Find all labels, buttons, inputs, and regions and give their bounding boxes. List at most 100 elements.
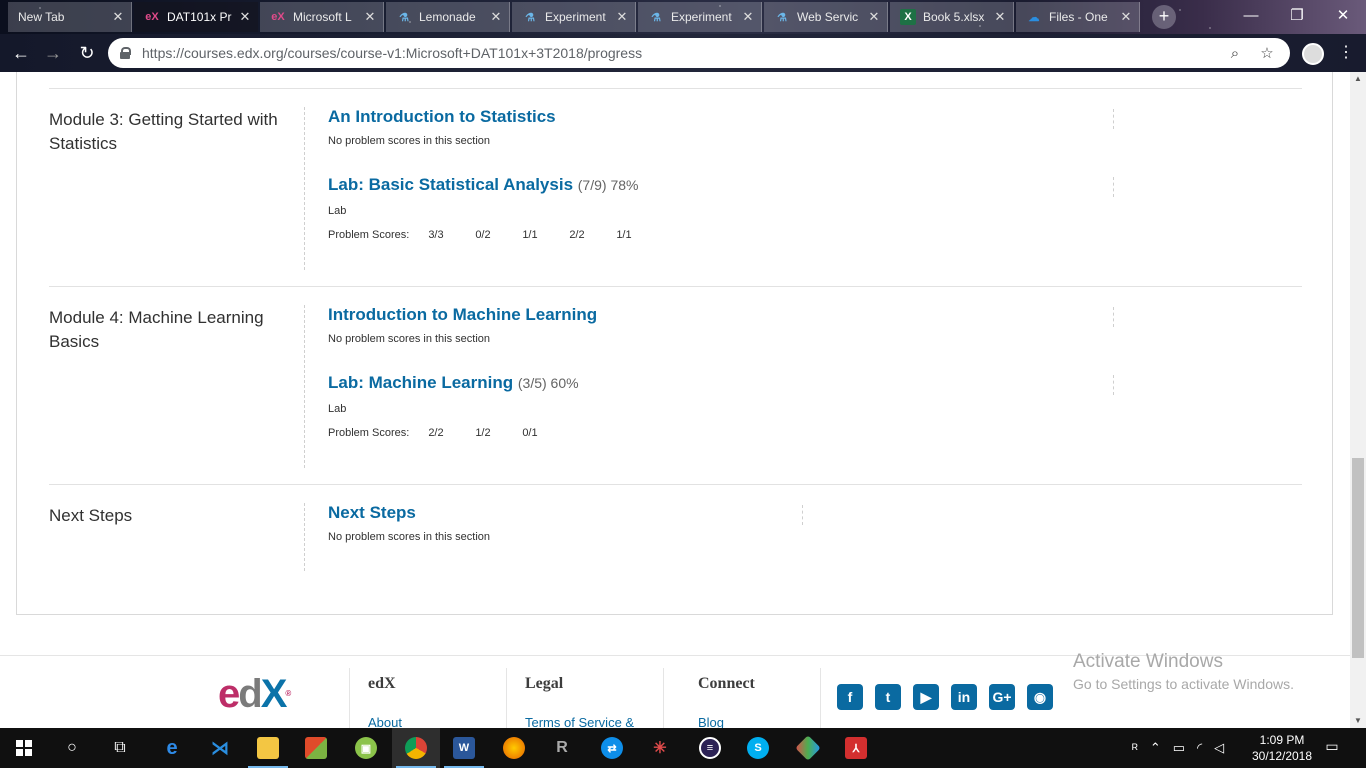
word-icon[interactable]: W (440, 728, 488, 768)
file-explorer-icon[interactable] (244, 728, 292, 768)
browser-tab-web-service[interactable]: ⚗ Web Servic ✕ (764, 2, 888, 32)
edx-logo[interactable]: edX® (218, 674, 302, 714)
close-tab-icon[interactable]: ✕ (615, 9, 629, 25)
section-title[interactable]: An Introduction to Statistics (328, 107, 556, 127)
address-bar[interactable]: https://courses.edx.org/courses/course-v… (108, 38, 1290, 68)
action-center-icon[interactable]: ▭ (1322, 738, 1342, 758)
footer-link-about[interactable]: About (368, 715, 506, 728)
problem-scores: Problem Scores: 2/2 1/2 0/1 (328, 427, 579, 439)
google-plus-icon[interactable]: G+ (989, 684, 1015, 710)
section-title[interactable]: Lab: Basic Statistical Analysis (7/9) 78… (328, 175, 663, 195)
battery-icon[interactable]: ▭ (1173, 740, 1185, 756)
browser-menu-icon[interactable]: ⋮ (1338, 42, 1354, 64)
browser-tab-microsoft[interactable]: eX Microsoft L ✕ (260, 2, 384, 32)
close-tab-icon[interactable]: ✕ (867, 9, 881, 25)
linkedin-icon[interactable]: in (951, 684, 977, 710)
zoom-icon[interactable]: ⌕ (1224, 45, 1246, 62)
browser-tab-new-tab[interactable]: New Tab ✕ (8, 2, 132, 32)
people-icon[interactable]: ᴿ (1132, 741, 1138, 756)
git-icon[interactable] (784, 728, 832, 768)
edge-icon[interactable]: e (148, 728, 196, 768)
section-title-text[interactable]: Introduction to Machine Learning (328, 305, 597, 324)
browser-tab-files-onedrive[interactable]: ☁ Files - One ✕ (1016, 2, 1140, 32)
footer-link-terms[interactable]: Terms of Service & (525, 715, 663, 728)
visual-studio-code-icon[interactable]: ⋊ (196, 728, 244, 768)
back-icon[interactable]: ← (8, 40, 34, 66)
url-text: https://courses.edx.org/courses/course-v… (142, 45, 643, 61)
problem-score: 1/1 (522, 229, 538, 241)
close-tab-icon[interactable]: ✕ (993, 9, 1007, 25)
reload-icon[interactable]: ↻ (74, 40, 100, 66)
profile-avatar[interactable] (1302, 43, 1324, 65)
close-tab-icon[interactable]: ✕ (1119, 9, 1133, 25)
browser-tab-dat101x[interactable]: eX DAT101x Pr ✕ (134, 2, 258, 32)
scrollbar-thumb[interactable] (1352, 458, 1364, 658)
web-spider-icon[interactable]: ✳ (636, 728, 684, 768)
eclipse-icon[interactable]: ≡ (686, 728, 734, 768)
taskbar-clock[interactable]: 1:09 PM 30/12/2018 (1248, 732, 1316, 764)
firefox-icon[interactable] (490, 728, 538, 768)
footer-heading: Connect (698, 675, 755, 692)
acrobat-icon[interactable]: ⅄ (832, 728, 880, 768)
close-tab-icon[interactable]: ✕ (111, 9, 125, 25)
start-button[interactable] (0, 728, 48, 768)
close-tab-icon[interactable]: ✕ (741, 9, 755, 25)
section-title[interactable]: Next Steps (328, 503, 490, 523)
youtube-icon[interactable]: ▶ (913, 684, 939, 710)
wifi-icon[interactable]: ◜ (1197, 740, 1202, 756)
reddit-icon[interactable]: ◉ (1027, 684, 1053, 710)
close-tab-icon[interactable]: ✕ (489, 9, 503, 25)
minimize-button[interactable]: — (1228, 0, 1274, 30)
browser-tab-experiment-2[interactable]: ⚗ Experiment ✕ (638, 2, 762, 32)
windows-logo-icon (16, 740, 32, 756)
browser-toolbar: ← → ↻ https://courses.edx.org/courses/co… (0, 34, 1366, 72)
office-icon[interactable] (292, 728, 340, 768)
section-title[interactable]: Lab: Machine Learning (3/5) 60% (328, 373, 579, 393)
skype-icon[interactable]: S (734, 728, 782, 768)
chrome-icon[interactable] (392, 728, 440, 768)
restore-button[interactable]: ❐ (1274, 0, 1320, 30)
problem-score: 1/2 (475, 427, 491, 439)
page-scrollbar[interactable]: ▲ ▼ (1350, 72, 1366, 728)
section-divider (1113, 177, 1114, 197)
chapter-sections: Next Steps No problem scores in this sec… (304, 503, 804, 571)
bookmark-star-icon[interactable]: ☆ (1256, 44, 1278, 62)
tab-label: DAT101x Pr (167, 10, 232, 24)
close-tab-icon[interactable]: ✕ (238, 9, 252, 25)
volume-icon[interactable]: ◁ (1214, 740, 1224, 756)
twitter-icon[interactable]: t (875, 684, 901, 710)
tab-label: Book 5.xlsx (923, 10, 985, 24)
section-format: Lab (328, 403, 347, 415)
new-tab-button[interactable]: + (1152, 5, 1176, 29)
section-title-text[interactable]: Lab: Basic Statistical Analysis (328, 175, 573, 194)
clock-date: 30/12/2018 (1251, 749, 1313, 763)
browser-tab-book5[interactable]: X Book 5.xlsx ✕ (890, 2, 1014, 32)
cortana-search-icon[interactable]: ○ (48, 728, 96, 768)
r-icon[interactable]: R (538, 728, 586, 768)
task-view-icon[interactable]: ⧉ (96, 728, 144, 768)
scroll-down-icon[interactable]: ▼ (1350, 714, 1366, 728)
android-app-icon[interactable]: ▣ (342, 728, 390, 768)
problem-scores-label: Problem Scores: (328, 229, 410, 241)
windows-taskbar: ○ ⧉ e ⋊ ▣ W R ⇄ ✳ ≡ S ⅄ ᴿ ⌃ ▭ ◜ ◁ 1:09 P… (0, 728, 1366, 768)
show-hidden-icons-chevron-icon[interactable]: ⌃ (1150, 740, 1161, 756)
footer-link-blog[interactable]: Blog (698, 715, 820, 728)
close-window-button[interactable]: ✕ (1320, 0, 1366, 30)
browser-tab-lemonade[interactable]: ⚗ Lemonade ✕ (386, 2, 510, 32)
forward-icon[interactable]: → (40, 40, 66, 66)
page-viewport: Module 3: Getting Started with Statistic… (0, 72, 1350, 728)
facebook-icon[interactable]: f (837, 684, 863, 710)
problem-score: 2/2 (428, 427, 444, 439)
scroll-up-icon[interactable]: ▲ (1350, 72, 1366, 86)
section-title-text[interactable]: Next Steps (328, 503, 416, 522)
section-intro-statistics: An Introduction to Statistics No problem… (328, 107, 556, 147)
section-title[interactable]: Introduction to Machine Learning (328, 305, 597, 325)
browser-tab-experiment-1[interactable]: ⚗ Experiment ✕ (512, 2, 636, 32)
watermark-title: Activate Windows (1073, 651, 1223, 672)
section-note: No problem scores in this section (328, 333, 491, 345)
teamviewer-icon[interactable]: ⇄ (588, 728, 636, 768)
section-title-text[interactable]: An Introduction to Statistics (328, 107, 556, 126)
section-title-text[interactable]: Lab: Machine Learning (328, 373, 513, 392)
close-tab-icon[interactable]: ✕ (363, 9, 377, 25)
system-tray: ᴿ ⌃ ▭ ◜ ◁ (1132, 728, 1236, 768)
